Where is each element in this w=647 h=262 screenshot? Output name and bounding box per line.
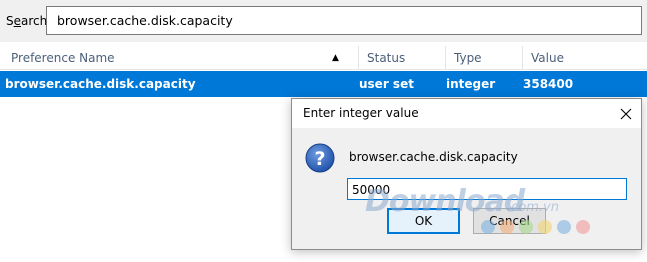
search-bar: Search: (0, 0, 647, 42)
column-header-type[interactable]: Type (446, 46, 523, 70)
row-status: user set (359, 77, 414, 91)
svg-text:?: ? (314, 148, 325, 170)
search-input[interactable] (46, 6, 642, 35)
dialog-prompt: browser.cache.disk.capacity (349, 150, 518, 164)
dialog-title: Enter integer value (303, 106, 419, 120)
column-header-preference-name[interactable]: Preference Name (0, 46, 359, 70)
row-preference-name: browser.cache.disk.capacity (5, 77, 196, 91)
column-header-value[interactable]: Value (523, 46, 647, 70)
ok-button[interactable]: OK (387, 208, 460, 234)
enter-integer-dialog: Enter integer value ? browser.cache.disk… (291, 98, 642, 250)
about-config-page: Search: Preference Name ▲ Status Type Va… (0, 0, 647, 262)
dialog-titlebar[interactable]: Enter integer value (292, 99, 641, 128)
search-label: Search: (6, 14, 52, 28)
question-icon: ? (305, 143, 335, 173)
column-header-status[interactable]: Status (359, 46, 446, 70)
row-value: 358400 (523, 77, 574, 91)
table-row[interactable]: browser.cache.disk.capacity user set int… (0, 71, 647, 97)
sort-ascending-icon: ▲ (332, 53, 339, 63)
column-header-row: Preference Name ▲ Status Type Value (0, 46, 647, 70)
close-icon[interactable] (611, 99, 641, 128)
row-type: integer (446, 77, 496, 91)
integer-value-input[interactable] (347, 178, 627, 200)
cancel-button[interactable]: Cancel (473, 208, 546, 234)
